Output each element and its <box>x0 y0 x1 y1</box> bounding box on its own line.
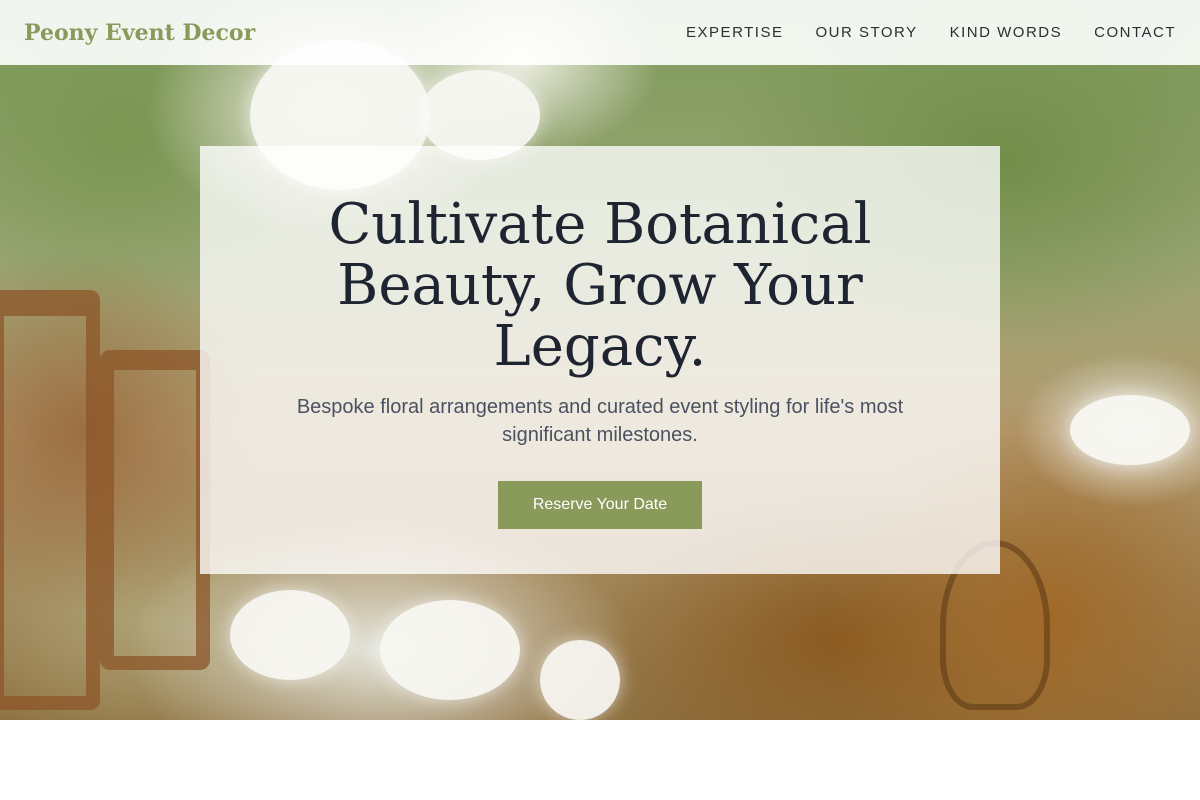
site-header: Peony Event Decor EXPERTISE OUR STORY KI… <box>0 0 1200 65</box>
hero-headline: Cultivate Botanical Beauty, Grow Your Le… <box>328 192 872 379</box>
reserve-date-button[interactable]: Reserve Your Date <box>498 481 702 529</box>
chair-image-left <box>0 290 100 710</box>
nav-link-expertise[interactable]: EXPERTISE <box>686 24 783 41</box>
chair-image-back <box>100 350 210 670</box>
brand-logo[interactable]: Peony Event Decor <box>24 20 255 46</box>
flower-bloom <box>1070 395 1190 465</box>
main-nav: EXPERTISE OUR STORY KIND WORDS CONTACT <box>686 24 1176 41</box>
nav-link-contact[interactable]: CONTACT <box>1094 24 1176 41</box>
nav-link-kind-words[interactable]: KIND WORDS <box>950 24 1063 41</box>
flower-bloom <box>230 590 350 680</box>
flower-bloom <box>540 640 620 720</box>
nav-link-our-story[interactable]: OUR STORY <box>815 24 917 41</box>
flower-bloom <box>380 600 520 700</box>
hero-card: Cultivate Botanical Beauty, Grow Your Le… <box>200 146 1000 574</box>
hero-subtext: Bespoke floral arrangements and curated … <box>296 396 904 446</box>
